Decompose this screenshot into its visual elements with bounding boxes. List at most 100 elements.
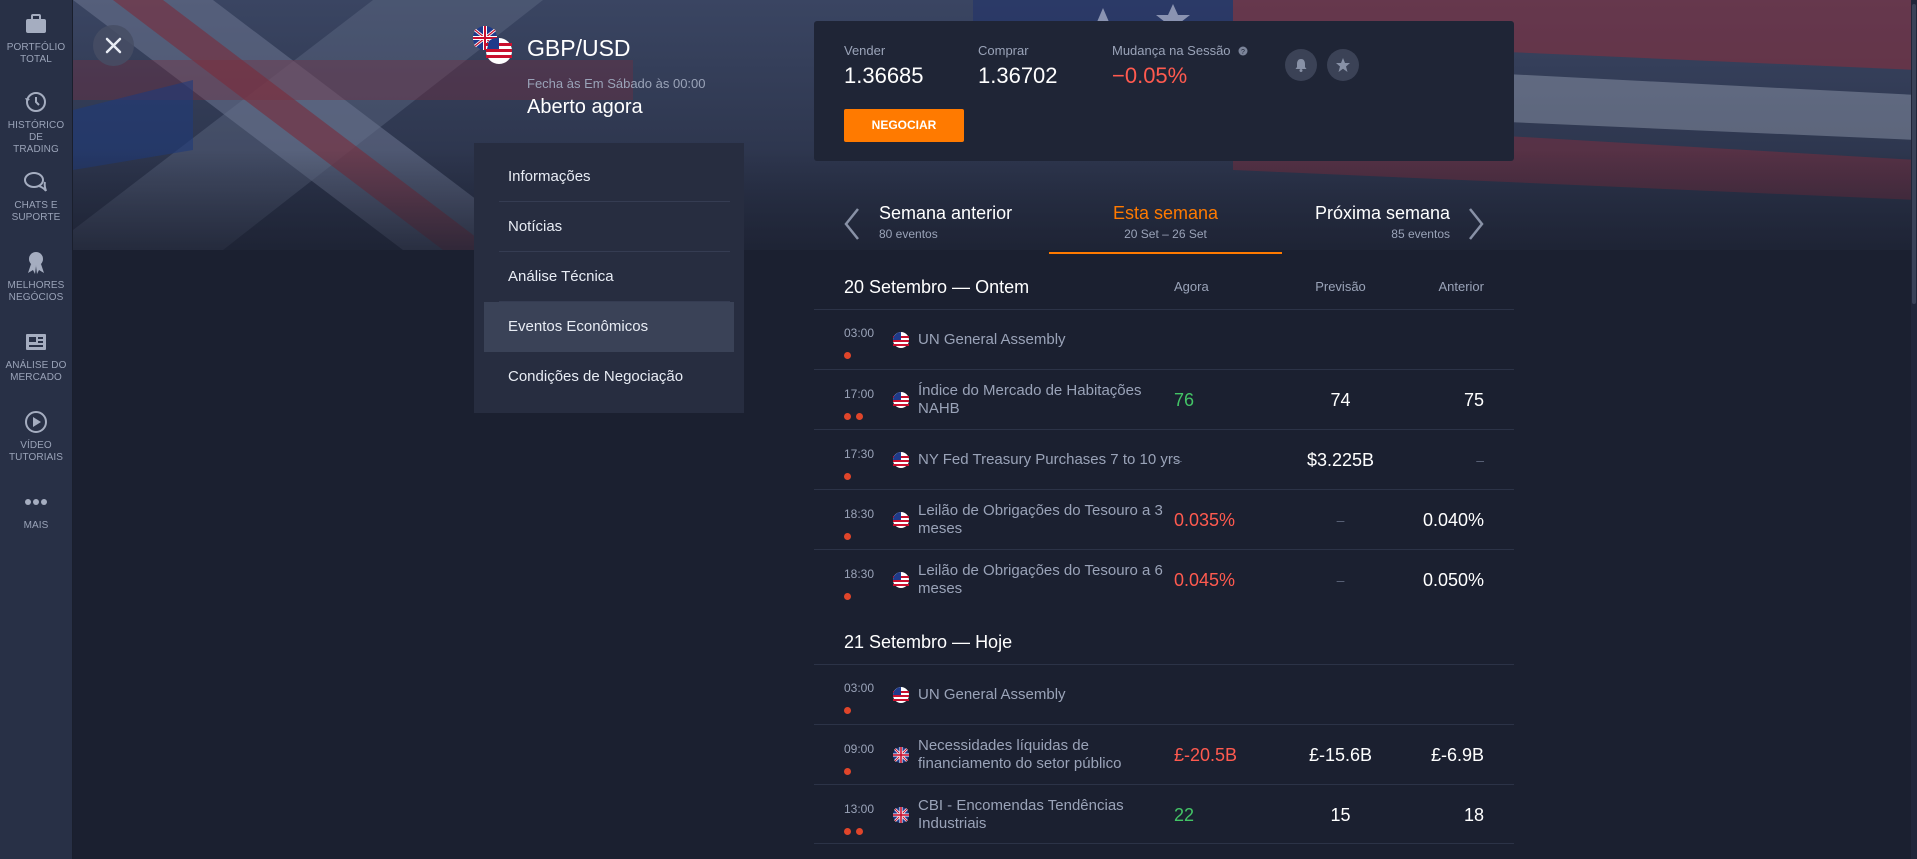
event-actual: 76 xyxy=(1174,390,1195,410)
sidebar-label: NEGÓCIOS xyxy=(8,292,64,303)
history-icon xyxy=(25,92,46,112)
event-row[interactable]: 13:00 CBI - Encomendas Tendências Indust… xyxy=(814,784,1514,844)
event-name: UN General Assembly xyxy=(918,686,1066,703)
importance-dots xyxy=(844,822,868,840)
event-row[interactable]: 09:00 Necessidades líquidas de financiam… xyxy=(814,724,1514,784)
event-time: 09:00 xyxy=(844,742,875,756)
event-actual: 0.045% xyxy=(1174,570,1236,590)
event-actual: 0.035% xyxy=(1174,510,1236,530)
event-actual: – xyxy=(1174,452,1182,468)
event-row[interactable]: 18:30 Leilão de Obrigações do Tesouro a … xyxy=(814,549,1514,609)
asset-title: GBP/USD xyxy=(527,35,631,61)
us-flag-icon xyxy=(893,572,909,588)
event-row[interactable]: 17:00 Índice do Mercado de Habitações NA… xyxy=(814,369,1514,429)
menu-item-label: Informações xyxy=(508,168,591,185)
help-icon[interactable]: ? xyxy=(1238,46,1248,56)
star-icon xyxy=(1336,58,1350,72)
chevron-left-icon[interactable] xyxy=(842,207,862,241)
column-forecast: Previsão xyxy=(1315,279,1366,294)
event-previous: 18 xyxy=(1463,805,1484,825)
chevron-right-icon[interactable] xyxy=(1466,207,1486,241)
sidebar-item-chats[interactable]: CHATS E SUPORTE xyxy=(0,168,72,224)
next-week-title: Próxima semana xyxy=(1314,203,1450,223)
uk-flag-icon xyxy=(893,747,909,763)
next-week-count: 85 eventos xyxy=(1391,227,1450,241)
event-name: Leilão de Obrigações do Tesouro a 6 mese… xyxy=(918,562,1163,597)
uk-flag-icon xyxy=(893,807,909,823)
event-time: 03:00 xyxy=(844,681,875,695)
event-name: CBI - Encomendas Tendências Industriais xyxy=(918,797,1124,832)
importance-dots xyxy=(844,587,856,605)
column-previous: Anterior xyxy=(1438,279,1484,294)
scrollbar-thumb[interactable] xyxy=(1912,4,1916,304)
event-time: 18:30 xyxy=(844,567,875,581)
close-button[interactable] xyxy=(93,25,134,66)
event-forecast: – xyxy=(1336,512,1345,528)
alert-button[interactable] xyxy=(1285,49,1317,81)
previous-week-title: Semana anterior xyxy=(879,203,1013,223)
sidebar-label: TRADING xyxy=(13,144,59,155)
gbp-usd-flags-icon xyxy=(473,26,512,64)
newspaper-icon xyxy=(26,334,46,350)
event-time: 17:30 xyxy=(844,447,875,461)
quote-panel: Vender 1.36685 Comprar 1.36702 Mudança n… xyxy=(814,21,1514,161)
menu-item-news[interactable]: Notícias xyxy=(484,202,734,252)
day-header: 21 Setembro — Hoje xyxy=(814,620,1514,664)
favorite-button[interactable] xyxy=(1327,49,1359,81)
more-dots-icon xyxy=(25,499,47,505)
trade-button[interactable]: NEGOCIAR xyxy=(844,109,964,142)
event-time: 13:00 xyxy=(844,802,875,816)
sidebar-item-portfolio[interactable]: PORTFÓLIO TOTAL xyxy=(0,10,72,66)
menu-item-economic-events[interactable]: Eventos Econômicos xyxy=(484,302,734,352)
sidebar-label: HISTÓRICO DE xyxy=(7,120,65,143)
sidebar-label: MAIS xyxy=(23,520,49,531)
sidebar-item-best-deals[interactable]: MELHORES NEGÓCIOS xyxy=(0,248,72,304)
event-row[interactable]: 18:30 Leilão de Obrigações do Tesouro a … xyxy=(814,489,1514,549)
sidebar-label: CHATS E xyxy=(14,200,58,211)
importance-dots xyxy=(844,527,856,545)
sidebar-label: TOTAL xyxy=(20,54,52,65)
medal-icon xyxy=(28,252,44,274)
briefcase-icon xyxy=(26,14,46,33)
asset-closing-time: Fecha às Em Sábado às 00:00 xyxy=(527,76,706,91)
us-flag-icon xyxy=(893,452,909,468)
importance-dots xyxy=(844,346,856,364)
importance-dots xyxy=(844,407,868,425)
event-row[interactable]: 03:00 UN General Assembly xyxy=(814,664,1514,724)
sidebar-label: MERCADO xyxy=(10,372,62,383)
session-change-value: −0.05% xyxy=(1112,63,1188,88)
sidebar-label: SUPORTE xyxy=(11,212,61,223)
svg-text:?: ? xyxy=(1241,49,1245,56)
sidebar-label: MELHORES xyxy=(7,280,65,291)
buy-price: 1.36702 xyxy=(978,63,1058,88)
event-row[interactable]: 17:30 NY Fed Treasury Purchases 7 to 10 … xyxy=(814,429,1514,489)
sidebar-item-market-analysis[interactable]: ANÁLISE DO MERCADO xyxy=(0,328,72,384)
event-name: NY Fed Treasury Purchases 7 to 10 yrs xyxy=(918,451,1181,468)
play-icon xyxy=(25,411,47,433)
importance-dots xyxy=(844,701,856,719)
us-flag-icon xyxy=(893,687,909,703)
menu-item-label: Notícias xyxy=(508,218,563,235)
us-flag-icon xyxy=(893,512,909,528)
event-actual: 22 xyxy=(1174,805,1195,825)
chat-icon xyxy=(24,172,47,192)
close-icon xyxy=(105,37,122,54)
sidebar-item-video-tutorials[interactable]: VÍDEO TUTORIAIS xyxy=(0,408,72,464)
event-previous: £-6.9B xyxy=(1430,745,1484,765)
sidebar-label: ANÁLISE DO xyxy=(5,360,67,371)
importance-dots xyxy=(844,467,856,485)
sidebar-item-trading-history[interactable]: HISTÓRICO DE TRADING xyxy=(0,88,72,156)
menu-item-trading-conditions[interactable]: Condições de Negociação xyxy=(484,352,734,402)
event-forecast: £-15.6B xyxy=(1308,745,1373,765)
current-week-title: Esta semana xyxy=(1112,203,1219,223)
menu-item-information[interactable]: Informações xyxy=(484,152,734,202)
event-forecast: $3.225B xyxy=(1306,450,1375,470)
buy-label: Comprar xyxy=(978,43,1029,58)
us-flag-icon xyxy=(893,392,909,408)
page-scrollbar[interactable] xyxy=(1911,0,1917,859)
sidebar-item-more[interactable]: MAIS xyxy=(0,488,72,532)
previous-week-count: 80 eventos xyxy=(879,227,938,241)
day-title: 21 Setembro — Hoje xyxy=(844,632,1013,652)
menu-item-technical-analysis[interactable]: Análise Técnica xyxy=(484,252,734,302)
event-row[interactable]: 03:00 UN General Assembly xyxy=(814,309,1514,369)
